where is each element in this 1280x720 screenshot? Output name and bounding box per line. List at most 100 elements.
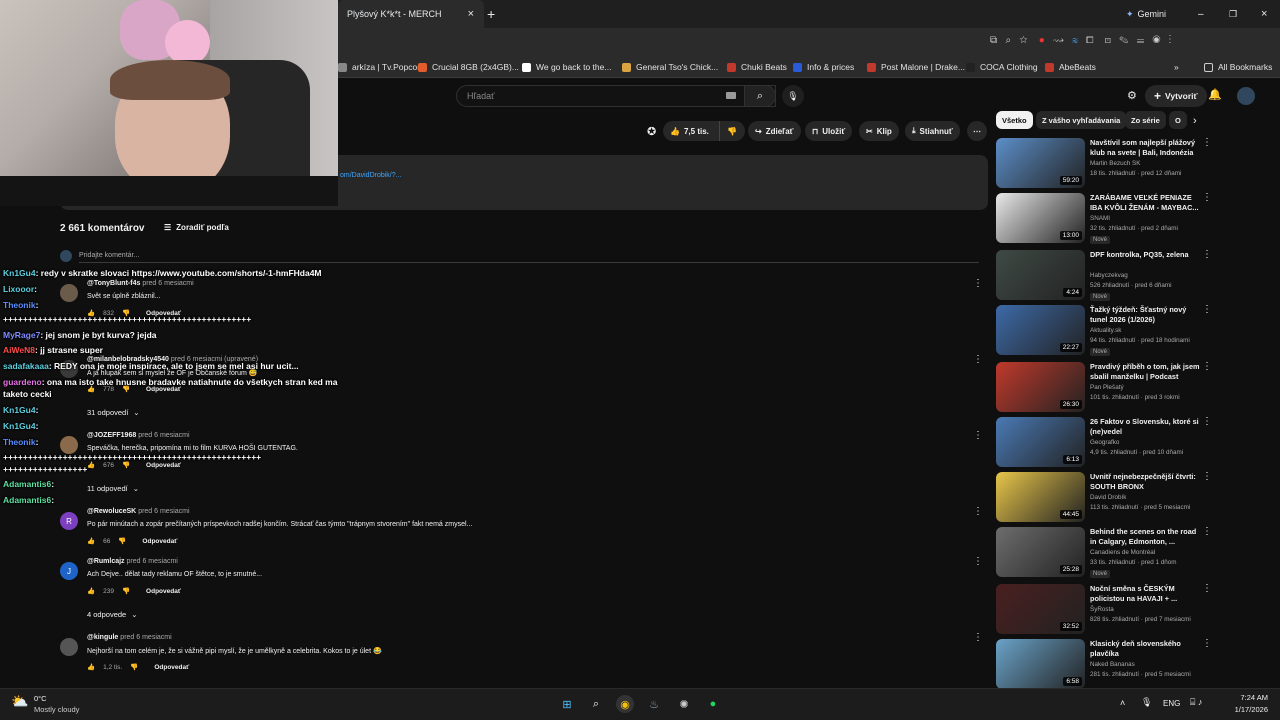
thumbs-down-icon[interactable]: 👎 (122, 461, 130, 469)
comment-more-icon[interactable]: ⋮ (973, 430, 983, 441)
language-indicator[interactable]: ENG (1163, 699, 1180, 708)
steam-icon[interactable]: ♨ (645, 695, 663, 713)
start-icon[interactable]: ⊞ (558, 695, 576, 713)
bookmark-item[interactable]: Post Malone | Drake... (867, 56, 965, 78)
window-close-button[interactable]: × (1261, 0, 1267, 28)
replies-toggle[interactable]: 31 odpovedí ⌄ (87, 408, 140, 417)
comment-author[interactable]: @Rumlcajz pred 6 mesiacmi (87, 558, 178, 565)
comment-author[interactable]: @RewolucеSK pred 6 mesiacmi (87, 508, 190, 515)
comment-more-icon[interactable]: ⋮ (973, 556, 983, 567)
comment-avatar[interactable] (60, 638, 78, 656)
notifications-icon[interactable]: 🔔 (1208, 88, 1222, 101)
search-button[interactable]: ⌕ (744, 85, 776, 107)
video-more-icon[interactable]: ⋮ (1202, 192, 1212, 203)
reply-button[interactable]: Odpovedať (154, 664, 189, 671)
bookmark-item[interactable]: We go back to the... (522, 56, 611, 78)
clock-date[interactable]: 1/17/2026 (1229, 705, 1268, 714)
video-thumbnail[interactable]: 44:45 (996, 472, 1085, 522)
video-thumbnail[interactable]: 22:27 (996, 305, 1085, 355)
gemini-button[interactable]: ✦ Gemini (1126, 0, 1166, 28)
download-button[interactable]: ⤓ Stiahnuť (905, 121, 960, 141)
comment-username[interactable]: @RewolucеSK (87, 508, 136, 515)
tray-chevron-icon[interactable]: ˄ (1120, 698, 1125, 708)
thumbs-up-icon[interactable]: 👍 (87, 587, 95, 595)
video-thumbnail[interactable]: 59:20 (996, 138, 1085, 188)
video-more-icon[interactable]: ⋮ (1202, 583, 1212, 594)
comment-username[interactable]: @TonyBlunt-f4s (87, 280, 140, 287)
video-more-icon[interactable]: ⋮ (1202, 361, 1212, 372)
video-channel[interactable]: David Drobík (1090, 494, 1126, 501)
add-comment-input[interactable]: Pridajte komentár... (79, 252, 979, 263)
cast-icon[interactable]: ⚙ (1127, 89, 1137, 102)
comment-more-icon[interactable]: ⋮ (973, 278, 983, 289)
bookmark-item[interactable]: Chuki Beats (727, 56, 787, 78)
comment-avatar[interactable] (60, 284, 78, 302)
video-channel[interactable]: SNAMI (1090, 215, 1110, 222)
video-channel[interactable]: Geografko (1090, 439, 1119, 446)
video-channel[interactable]: ŠyRosta (1090, 606, 1114, 613)
spotify-icon[interactable]: ● (704, 695, 722, 713)
reply-button[interactable]: Odpovedať (142, 538, 177, 545)
sort-button[interactable]: ☰ Zoradiť podľa (164, 223, 229, 232)
video-channel[interactable]: Aktuality.sk (1090, 327, 1121, 334)
video-channel[interactable]: Martin Bezuch SK (1090, 160, 1140, 167)
keyboard-icon[interactable] (726, 92, 736, 99)
video-thumbnail[interactable]: 6:13 (996, 417, 1085, 467)
bookmark-item[interactable]: arkíza | Tv.Popcor... (338, 56, 427, 78)
video-channel[interactable]: Pan Plešatý (1090, 384, 1124, 391)
tab-active[interactable]: Plyšový K*k*t - MERCH × (338, 0, 484, 28)
comment-username[interactable]: @Rumlcajz (87, 558, 125, 565)
replies-toggle[interactable]: 4 odpovede ⌄ (87, 610, 138, 619)
create-button[interactable]: + Vytvoriť (1145, 85, 1207, 107)
search-icon[interactable]: ⌕ (587, 695, 605, 713)
bookmarks-more-icon[interactable]: » (1174, 56, 1179, 78)
comment-author[interactable]: @TonyBlunt-f4s pred 6 mesiacmi (87, 280, 194, 287)
comment-author[interactable]: @JOZEFF1968 pred 6 mesiacmi (87, 432, 190, 439)
video-thumbnail[interactable]: 26:30 (996, 362, 1085, 412)
bookmark-item[interactable]: Crucial 8GB (2x4GB)... (418, 56, 519, 78)
thumbs-down-icon[interactable]: 👎 (118, 537, 126, 545)
video-channel[interactable]: Naked Bananas (1090, 661, 1135, 668)
clock-time[interactable]: 7:24 AM (1237, 693, 1268, 702)
comment-author[interactable]: @kingule pred 6 mesiacmi (87, 634, 172, 641)
comment-more-icon[interactable]: ⋮ (973, 506, 983, 517)
avatar[interactable] (1237, 87, 1255, 105)
video-thumbnail[interactable]: 4:24 (996, 250, 1085, 300)
video-title[interactable]: Noční směna s ČESKÝM policistou na HAVAJ… (1090, 584, 1200, 604)
reply-button[interactable]: Odpovedať (146, 588, 181, 595)
reply-button[interactable]: Odpovedať (146, 462, 181, 469)
comment-more-icon[interactable]: ⋮ (973, 632, 983, 643)
video-title[interactable]: 26 Faktov o Slovensku, ktoré si (ne)vede… (1090, 417, 1200, 437)
comment-more-icon[interactable]: ⋮ (973, 354, 983, 365)
toolbar-icons[interactable]: ⧉ ⌕ ☆ ● ⇝ ≋ ⧠ ⊡ ✎ ☰ ◉ ⋮ (990, 35, 1171, 46)
filter-chip[interactable]: Všetko (996, 111, 1033, 129)
close-icon[interactable]: × (468, 8, 474, 20)
share-button[interactable]: ↪ Zdieľať (748, 121, 801, 141)
video-title[interactable]: Klasický deň slovenského plavčíka (1090, 639, 1200, 659)
minimize-button[interactable]: – (1198, 0, 1204, 28)
dislike-button[interactable]: 👎 (719, 121, 745, 141)
video-title[interactable]: ZARÁBAME VEĽKÉ PENIAZE IBA KVÔLI ŽENÁM -… (1090, 193, 1200, 213)
clip-button[interactable]: ✂ Klip (859, 121, 899, 141)
thumbs-down-icon[interactable]: 👎 (122, 587, 130, 595)
comment-username[interactable]: @JOZEFF1968 (87, 432, 136, 439)
comment-username[interactable]: @kingule (87, 634, 118, 641)
voice-search-button[interactable]: 🎙 (782, 85, 804, 107)
video-title[interactable]: DPF kontrolka, PQ35, zelena (1090, 250, 1200, 260)
video-title[interactable]: Behind the scenes on the road in Calgary… (1090, 527, 1200, 547)
video-more-icon[interactable]: ⋮ (1202, 471, 1212, 482)
video-thumbnail[interactable]: 32:52 (996, 584, 1085, 634)
save-button[interactable]: ⊓ Uložiť (805, 121, 853, 141)
video-more-icon[interactable]: ⋮ (1202, 416, 1212, 427)
thumbs-up-icon[interactable]: 👍 (87, 663, 95, 671)
video-thumbnail[interactable]: 13:00 (996, 193, 1085, 243)
bookmark-item[interactable]: Info & prices (793, 56, 854, 78)
thumbs-up-icon[interactable]: 👍 (87, 461, 95, 469)
app-icon[interactable]: ✺ (675, 695, 693, 713)
more-actions-button[interactable]: ⋯ (967, 121, 987, 141)
video-title[interactable]: Ťažký týždeň: Šťastný nový tunel 2026 (1… (1090, 305, 1200, 325)
all-bookmarks[interactable]: All Bookmarks (1204, 56, 1272, 78)
video-more-icon[interactable]: ⋮ (1202, 526, 1212, 537)
bookmark-item[interactable]: AbeBeats (1045, 56, 1096, 78)
thumbs-down-icon[interactable]: 👎 (130, 663, 138, 671)
